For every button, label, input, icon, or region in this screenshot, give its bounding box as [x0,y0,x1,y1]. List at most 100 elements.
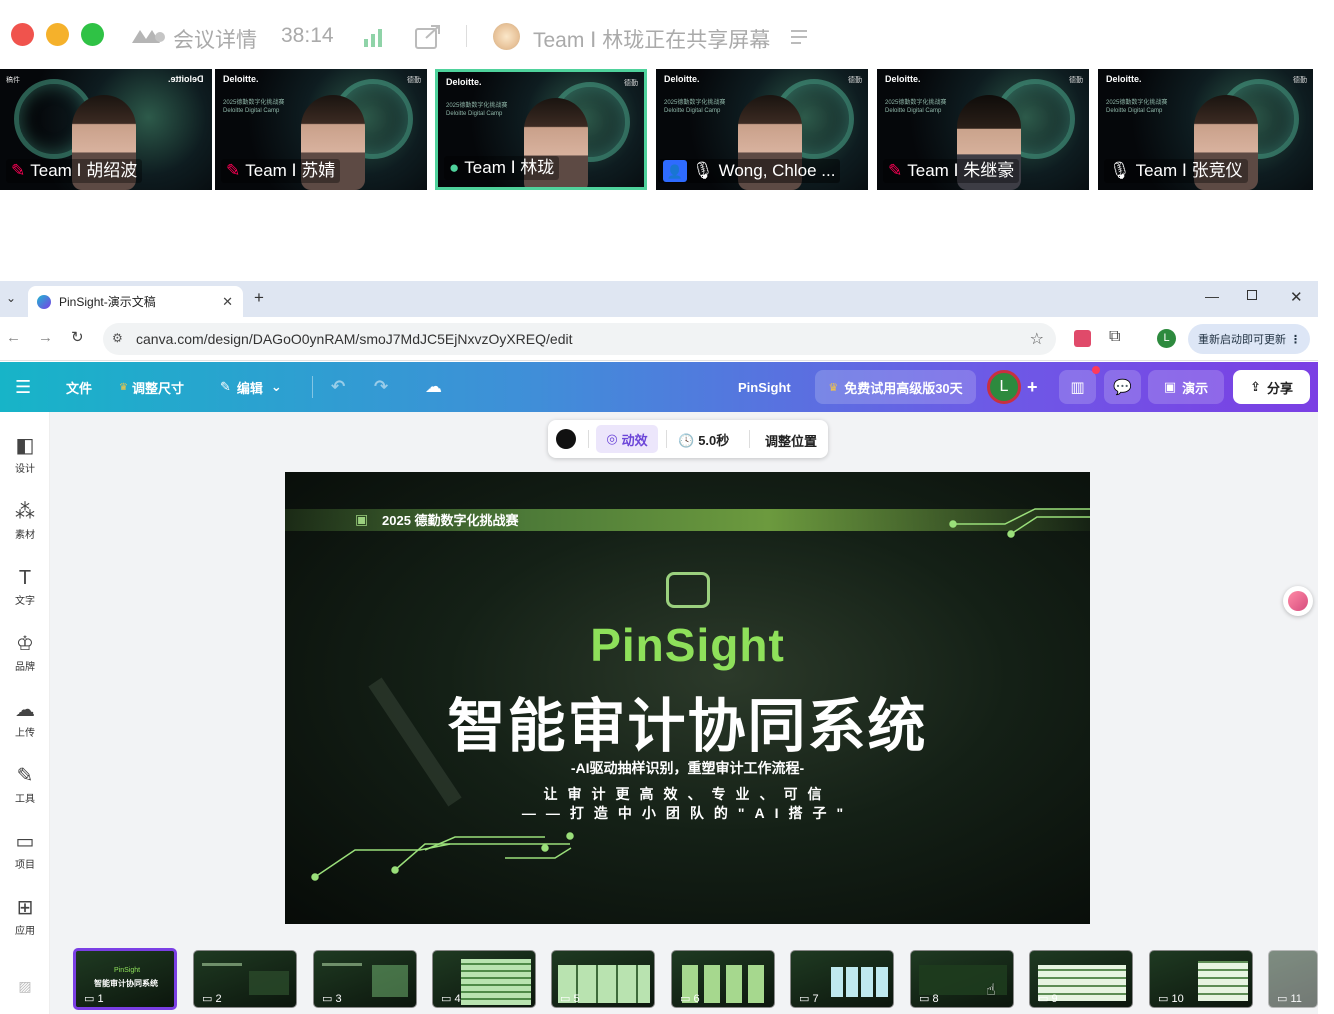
page-thumbnail[interactable]: PinSight 智能审计协同系统 ▭ 1 [73,948,177,1010]
thumb-page-number: ▭ 6 [680,993,700,1005]
page-thumbnail[interactable]: ▭ 8 [910,950,1014,1008]
bar-chart-icon: ▥ [1070,379,1085,396]
profile-avatar[interactable]: L [1157,329,1176,348]
minimize-window-button[interactable] [46,23,69,46]
pop-out-icon[interactable] [414,24,442,55]
browser-menu-icon[interactable]: ⋮ [1290,333,1301,346]
menu-hamburger-icon[interactable]: ☰ [15,362,31,412]
bookmark-star-icon[interactable]: ☆ [1030,329,1044,349]
file-menu-button[interactable]: 文件 [66,362,92,412]
mic-speaking-icon: ● [449,158,460,177]
page-thumbnail[interactable]: ▭ 2 [193,950,297,1008]
window-close-icon[interactable]: ✕ [1290,288,1303,306]
site-settings-icon[interactable]: ⚙ [112,331,123,345]
page-thumbnail[interactable]: ▭ 6 [671,950,775,1008]
rail-projects[interactable]: ▭ 项目 [0,830,50,871]
position-button[interactable]: 调整位置 [765,431,817,450]
window-restore-icon[interactable] [1247,290,1257,300]
tools-icon: ✎ [16,765,34,787]
rail-elements[interactable]: ⁂ 素材 [0,500,50,541]
thumb-title: 智能审计协同系统 [94,979,158,988]
participant-tile-active[interactable]: Deloitte. 德勤 2025德勤数字化挑战赛 Deloitte Digita… [435,69,647,190]
tile-subtitle: 2025德勤数字化挑战赛 Deloitte Digital Camp [1106,100,1168,114]
meeting-details-link[interactable]: 会议详情 [173,24,257,54]
meeting-timer: 38:14 [281,24,334,47]
share-menu-icon[interactable] [789,27,811,52]
undo-icon[interactable]: ↶ [331,362,345,412]
rail-design[interactable]: ◧ 设计 [0,434,50,475]
tile-tag: 德勤 [848,77,862,84]
add-collaborator-icon[interactable]: + [1027,362,1038,412]
page-thumbnail[interactable]: ▭ 9 [1029,950,1133,1008]
present-button[interactable]: ▣ 演示 [1148,370,1224,404]
page-thumbnail[interactable]: ▭ 4 [432,950,536,1008]
animate-icon: ◎ [606,431,618,446]
host-user-icon: 👤 [663,160,687,182]
tile-subtitle: 2025德勤数字化挑战赛 Deloitte Digital Camp [885,100,947,114]
tab-close-icon[interactable]: ✕ [222,294,233,310]
rail-text[interactable]: T 文字 [0,566,50,607]
participant-tile[interactable]: Deloitte. 德勤 2025德勤数字化挑战赛 Deloitte Digita… [656,69,868,190]
tile-tag: 德勤 [407,77,421,84]
rail-apps[interactable]: ⊞ 应用 [0,896,50,937]
share-button[interactable]: ⇪ 分享 [1233,370,1310,404]
tile-tag: 德勤 [624,80,638,87]
duration-button[interactable]: 🕓 5.0秒 [678,430,729,449]
back-icon[interactable]: ← [6,329,21,346]
extension-icon[interactable] [1074,330,1091,347]
tab-title: PinSight-演示文稿 [59,295,156,309]
video-strip: 稿件 Deloitte. ✎ Team Ⅰ 胡绍波 Deloitte. 德勤 20… [0,69,1334,190]
participant-name: ● Team Ⅰ 林珑 [444,156,560,180]
animate-button[interactable]: ◎ 动效 [596,425,658,453]
canva-toolbar: ☰ 文件 ♛ 调整尺寸 ✎ 编辑 ⌄ ↶ ↷ ☁ PinSight ♛ 免费试用高级版3… [0,362,1318,412]
url-input[interactable]: ⚙ canva.com/design/DAGoO0ynRAM/smoJ7MdJC… [103,323,1056,355]
new-tab-button[interactable]: + [254,288,264,308]
page-thumbnail[interactable]: ▭ 10 [1149,950,1253,1008]
divider [466,25,467,47]
chevron-down-icon: ⌄ [270,379,282,394]
page-thumbnail[interactable]: ▭ 11 [1268,950,1318,1008]
cloud-saved-icon[interactable]: ☁ [425,362,442,412]
participant-name: 🎙 Team Ⅰ 张竞仪 [1104,159,1248,183]
address-bar-row: ← → ↻ ⚙ canva.com/design/DAGoO0ynRAM/smo… [0,317,1318,361]
document-name[interactable]: PinSight [738,362,791,412]
resize-button[interactable]: ♛ 调整尺寸 [119,362,184,412]
page-thumbnail[interactable]: ▭ 3 [313,950,417,1008]
thumb-page-number: ▭ 2 [202,993,222,1005]
thumb-page-number: ▭ 7 [799,993,819,1005]
crown-icon: ♛ [828,381,839,394]
collaborator-avatar[interactable]: L [987,370,1021,404]
edit-mode-button[interactable]: ✎ 编辑 ⌄ [220,362,282,412]
upload-icon: ☁ [15,699,35,721]
translate-assistant-button[interactable] [1283,586,1313,616]
close-window-button[interactable] [11,23,34,46]
rail-more[interactable]: ▨ [0,974,50,1000]
thumb-page-number: ▭ 1 [84,993,104,1005]
rail-tools[interactable]: ✎ 工具 [0,764,50,805]
participant-name: ✎ Team Ⅰ 胡绍波 [6,159,143,183]
rail-upload[interactable]: ☁ 上传 [0,698,50,739]
analytics-button[interactable]: ▥ [1059,370,1096,404]
restart-update-button[interactable]: 重新启动即可更新 ⋮ [1188,324,1310,354]
participant-tile[interactable]: Deloitte. 德勤 2025德勤数字化挑战赛 Deloitte Digita… [215,69,427,190]
participant-tile[interactable]: Deloitte. 德勤 2025德勤数字化挑战赛 Deloitte Digita… [877,69,1089,190]
redo-icon[interactable]: ↷ [374,362,388,412]
page-thumbnail[interactable]: ▭ 7 [790,950,894,1008]
page-thumbnail[interactable]: ▭ 5 [551,950,655,1008]
present-icon: ▣ [1163,379,1177,394]
extensions-puzzle-icon[interactable]: ⧉ [1109,328,1120,346]
color-swatch[interactable] [556,429,576,449]
reload-icon[interactable]: ↻ [71,328,84,346]
participant-tile[interactable]: 稿件 Deloitte. ✎ Team Ⅰ 胡绍波 [0,69,212,190]
zoom-window-button[interactable] [81,23,104,46]
browser-tab-active[interactable]: PinSight-演示文稿 ✕ [28,286,243,317]
window-minimize-icon[interactable]: — [1205,288,1219,304]
premium-trial-button[interactable]: ♛ 免费试用高级版30天 [815,370,976,404]
rail-brand[interactable]: ♔ 品牌 [0,632,50,673]
forward-icon[interactable]: → [38,329,53,346]
slide-canvas[interactable]: ▣ 2025 德勤数字化挑战赛 PinSight 智能审计协同系统 -AI驱动抽… [285,472,1090,924]
comment-button[interactable]: 💬 [1104,370,1141,404]
tab-list-chevron-icon[interactable]: ⌄ [6,291,16,305]
participant-tile[interactable]: Deloitte. 德勤 2025德勤数字化挑战赛 Deloitte Digita… [1098,69,1313,190]
signal-icon [362,27,386,52]
